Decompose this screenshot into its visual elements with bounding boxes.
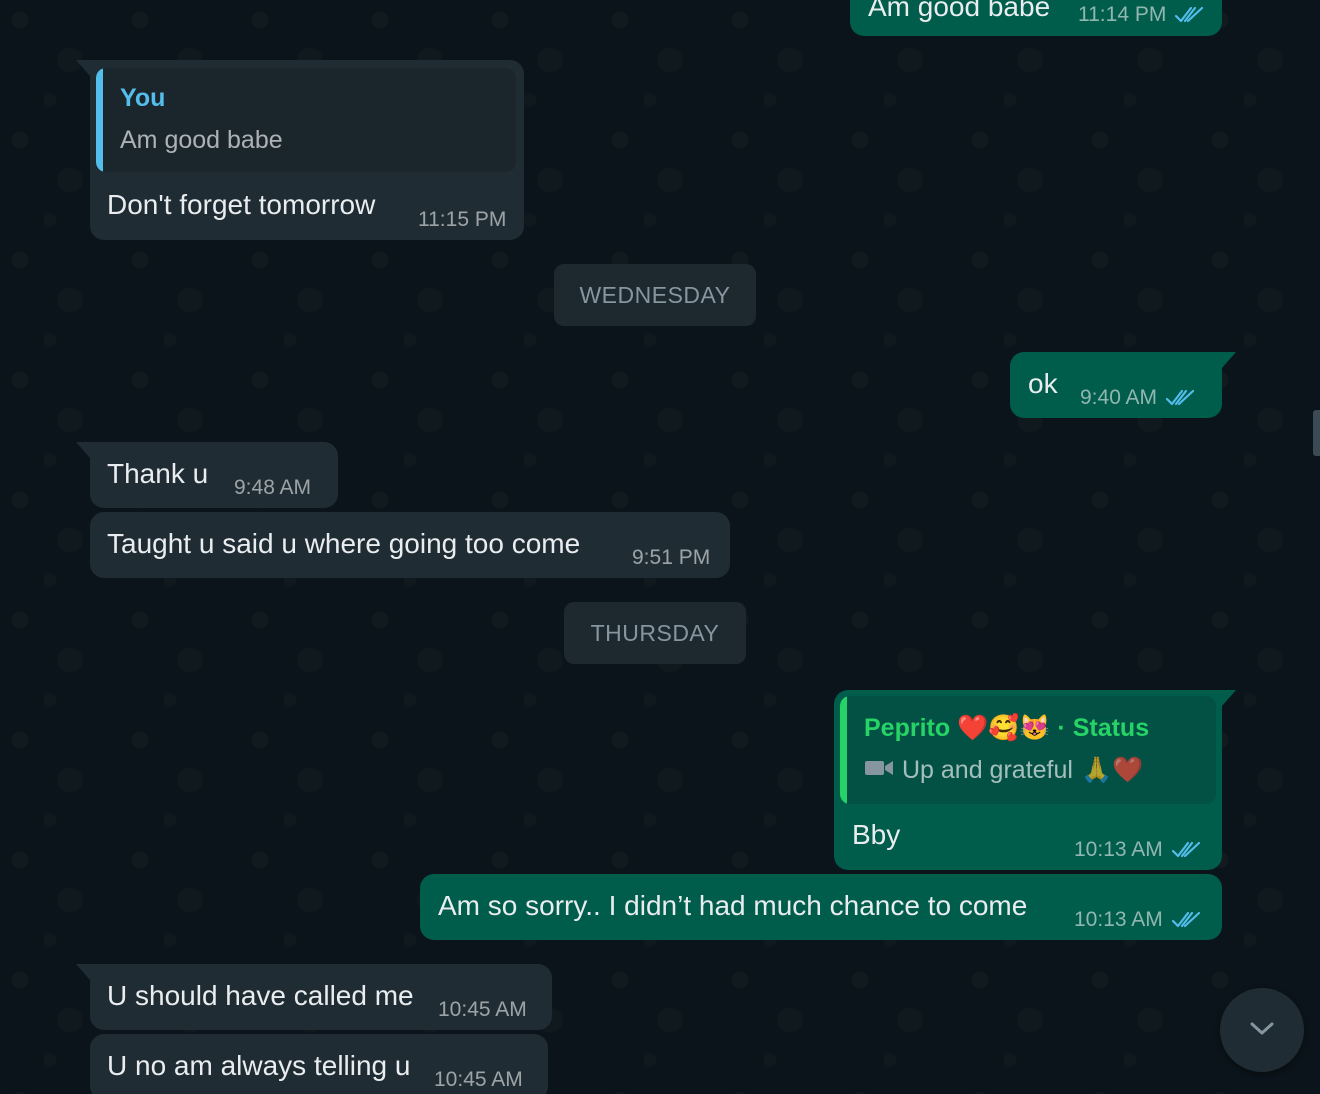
message-meta: 11:14 PM [1078,3,1204,27]
video-camera-icon [864,756,894,785]
scrollbar-thumb[interactable] [1313,410,1320,456]
quote-author: Peprito ❤️🥰😻 · Status [864,714,1150,742]
double-check-icon [1165,387,1195,409]
message-incoming[interactable]: Taught u said u where going too come 9:5… [90,512,730,578]
message-incoming[interactable]: U should have called me 10:45 AM [76,964,552,1030]
message-text: ok [1028,368,1058,399]
chat-panel[interactable]: Am good babe 11:14 PM You Am good babe D… [0,0,1320,1094]
message-text: Thank u [107,458,209,489]
message-time: 10:45 AM [438,998,527,1021]
message-incoming-reply[interactable]: You Am good babe Don't forget tomorrow 1… [76,60,524,240]
date-separator: THURSDAY [564,602,746,664]
message-time: 10:13 AM [1074,838,1163,861]
chevron-down-icon [1247,1018,1277,1043]
quote-text: Up and grateful 🙏❤️ [864,756,1143,785]
message-time: 9:48 AM [234,476,312,499]
message-time: 9:51 PM [632,546,711,569]
message-meta: 10:13 AM [1074,838,1201,862]
message-outgoing[interactable]: Am good babe 11:14 PM [850,0,1222,36]
message-outgoing[interactable]: ok 9:40 AM [1010,352,1236,418]
quote-bar [96,68,103,172]
message-time: 11:15 PM [418,208,507,231]
message-incoming[interactable]: U no am always telling u 10:45 AM [90,1034,548,1094]
status-label: · Status [1057,714,1150,742]
message-time: 10:45 AM [434,1068,523,1091]
message-meta: 9:40 AM [1080,386,1195,410]
date-separator: WEDNESDAY [554,264,756,326]
quote-text: Am good babe [120,126,283,154]
message-time: 9:40 AM [1080,386,1158,409]
message-incoming[interactable]: Thank u 9:48 AM [76,442,338,508]
double-check-icon [1174,4,1204,26]
double-check-icon [1171,909,1201,931]
message-text: U no am always telling u [107,1050,411,1081]
message-time: 11:14 PM [1078,3,1167,26]
emoji-reaction-icons: ❤️🥰😻 [957,714,1051,742]
message-outgoing[interactable]: Am so sorry.. I didn’t had much chance t… [420,874,1222,940]
message-text: Am so sorry.. I didn’t had much chance t… [438,890,1028,921]
message-text: U should have called me [107,980,414,1011]
emoji-icons: 🙏❤️ [1080,756,1144,784]
message-time: 10:13 AM [1074,908,1163,931]
message-text: Bby [852,819,901,850]
quote-bar [840,696,847,804]
message-text: Taught u said u where going too come [107,528,581,559]
double-check-icon [1171,839,1201,861]
message-outgoing-reply[interactable]: Peprito ❤️🥰😻 · Status Up and grateful 🙏❤… [834,690,1236,870]
message-text: Am good babe [868,0,1051,22]
quoted-message[interactable]: You Am good babe [96,68,516,172]
quote-author: You [120,84,166,112]
scroll-to-bottom-button[interactable] [1220,988,1304,1072]
message-text: Don't forget tomorrow [107,189,376,220]
message-meta: 10:13 AM [1074,908,1201,932]
quoted-status[interactable]: Peprito ❤️🥰😻 · Status Up and grateful 🙏❤… [840,696,1216,804]
